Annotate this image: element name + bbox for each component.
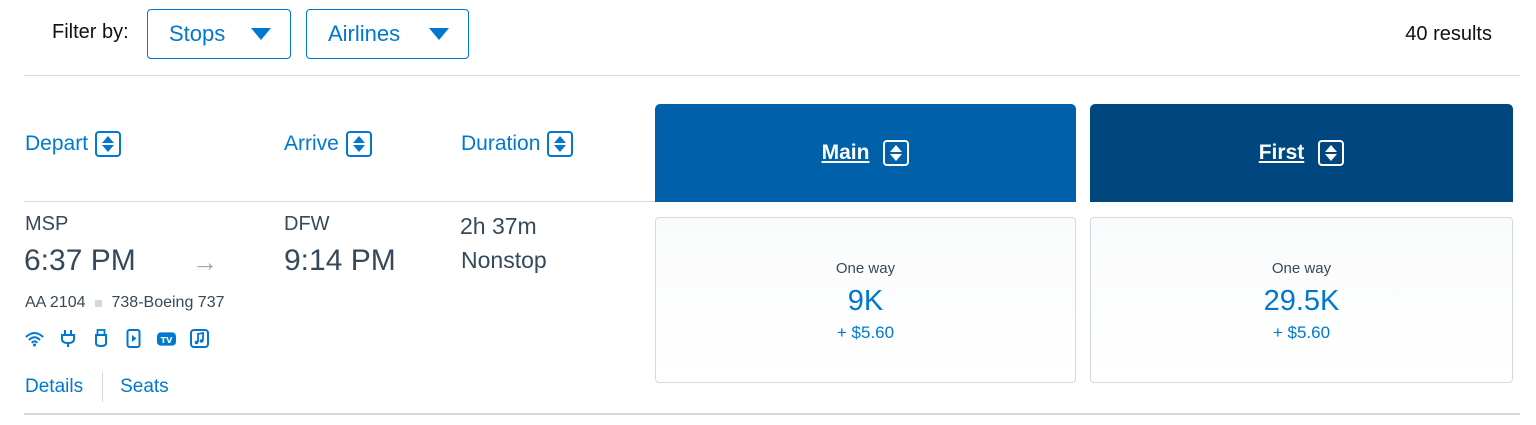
fare-type-label: One way [835,260,896,277]
on-demand-video-icon [124,329,143,348]
amenities-list: TV [25,329,209,348]
sort-icon [547,131,574,157]
duration-header-label: Duration [461,132,541,155]
aircraft-type: 738-Boeing 737 [111,294,225,311]
filter-label: Filter by: [52,21,129,43]
depart-header-label: Depart [25,132,89,155]
origin-airport: MSP [25,213,69,235]
arrow-right-icon: → [192,247,218,277]
separator [94,299,102,307]
arrive-header-label: Arrive [284,132,339,155]
airlines-dropdown-label: Airlines [328,21,401,46]
filter-bar: Filter by: Stops Airlines 40 results [24,0,1520,76]
power-outlet-icon [58,329,77,348]
sort-icon [883,140,910,166]
flight-links: Details Seats [25,372,169,402]
live-tv-icon: TV [157,329,176,348]
flight-stops: Nonstop [461,247,547,273]
first-fare-card[interactable]: One way 29.5K + $5.60 [1090,217,1513,383]
row-divider [24,201,655,202]
fare-miles: 29.5K [1263,285,1340,317]
destination-airport: DFW [284,213,330,235]
flight-number: AA 2104 [25,294,86,311]
usb-icon [91,329,110,348]
seats-link[interactable]: Seats [120,376,169,398]
main-cabin-label: Main [821,141,870,164]
sort-icon [95,131,122,157]
details-link[interactable]: Details [25,376,83,398]
sort-icon [1318,140,1345,166]
sort-icon [345,131,372,157]
music-icon [190,329,209,348]
fare-miles: 9K [847,285,884,317]
fare-taxes: + $5.60 [1272,323,1331,342]
stops-dropdown-label: Stops [169,21,226,46]
row-divider [24,413,1520,415]
caret-down-icon [429,28,449,40]
flight-info: AA 2104 738-Boeing 737 [25,294,224,312]
wifi-icon [25,329,44,348]
sort-depart-header[interactable]: Depart [25,131,122,157]
link-divider [102,372,104,402]
airlines-dropdown[interactable]: Airlines [306,9,469,59]
results-count: 40 results [1405,23,1492,45]
sort-duration-header[interactable]: Duration [461,131,574,157]
sort-arrive-header[interactable]: Arrive [284,131,372,157]
flight-duration: 2h 37m [460,213,537,239]
main-fare-card[interactable]: One way 9K + $5.60 [655,217,1076,383]
caret-down-icon [251,28,271,40]
svg-text:TV: TV [161,335,173,344]
fare-type-label: One way [1271,260,1332,277]
first-cabin-label: First [1258,141,1305,164]
arrive-time: 9:14 PM [284,244,396,277]
first-cabin-header[interactable]: First [1090,104,1513,202]
fare-taxes: + $5.60 [836,323,895,342]
depart-time: 6:37 PM [24,244,136,277]
main-cabin-header[interactable]: Main [655,104,1076,202]
stops-dropdown[interactable]: Stops [147,9,291,59]
